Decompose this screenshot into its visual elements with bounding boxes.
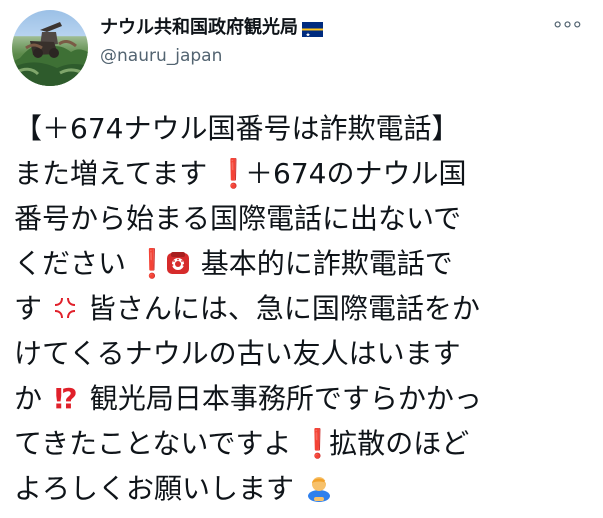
anger-symbol-icon bbox=[51, 290, 79, 318]
red-exclamation-icon: ❗ bbox=[134, 247, 170, 280]
tweet-line-4: ください ❗ 基本的に詐欺電話で bbox=[14, 241, 589, 286]
tweet-text-segment: また増えてます bbox=[14, 157, 208, 190]
tweet-text-segment: 【＋674ナウル国番号は詐欺電話】 bbox=[14, 112, 460, 145]
more-options-label: °°° bbox=[553, 17, 583, 42]
tweet-text-segment: か bbox=[14, 382, 43, 415]
tweet-text: 【＋674ナウル国番号は詐欺電話】 また増えてます ❗ ＋674のナウル国 番号… bbox=[14, 106, 589, 514]
tweet-text-segment: けてくるナウルの古い友人はいます bbox=[14, 337, 461, 370]
red-exclamation-icon: ❗ bbox=[216, 157, 251, 190]
tweet-text-segment: 観光局日本事務所ですらかかっ bbox=[89, 382, 482, 415]
more-options-button[interactable]: °°° bbox=[548, 18, 588, 42]
profile-avatar[interactable] bbox=[12, 10, 88, 86]
tweet-line-1: 【＋674ナウル国番号は詐欺電話】 bbox=[14, 106, 589, 151]
tweet-line-6: けてくるナウルの古い友人はいます bbox=[14, 331, 589, 376]
tweet-text-segment: 基本的に詐欺電話で bbox=[200, 247, 453, 280]
tweet-text-segment: す bbox=[14, 292, 43, 325]
tweet-text-segment: 番号から始まる国際電話に出ないで bbox=[14, 202, 462, 235]
tweet-line-5: す 皆さんには、急に国際電話をか bbox=[14, 286, 589, 331]
bowing-person-icon bbox=[303, 472, 335, 504]
tweet-text-segment: よろしくお願いします bbox=[14, 472, 295, 505]
tweet-text-segment: 皆さんには、急に国際電話をか bbox=[87, 292, 480, 325]
display-name[interactable]: ナウル共和国政府観光局 bbox=[100, 14, 298, 42]
red-exclamation-icon: ❗ bbox=[300, 427, 336, 460]
tweet-line-7: か ⁉ 観光局日本事務所ですらかかっ bbox=[14, 376, 589, 421]
tweet-line-9: よろしくお願いします bbox=[14, 466, 589, 511]
tweet-text-segment: 拡散のほど bbox=[329, 427, 470, 460]
account-names: ナウル共和国政府観光局 @nauru_japan bbox=[100, 14, 540, 72]
nauru-flag-icon bbox=[302, 21, 323, 37]
display-name-row: ナウル共和国政府観光局 bbox=[100, 14, 540, 42]
telephone-icon bbox=[164, 245, 192, 274]
tweet-header: ナウル共和国政府観光局 @nauru_japan °°° bbox=[0, 0, 603, 92]
tweet-text-segment: ＋674のナウル国 bbox=[245, 157, 467, 190]
tweet-line-3: 番号から始まる国際電話に出ないで bbox=[14, 196, 589, 241]
tweet-text-segment: ください bbox=[14, 247, 127, 280]
tweet-line-8: てきたことないですよ ❗ 拡散のほど bbox=[14, 421, 589, 466]
account-handle[interactable]: @nauru_japan bbox=[100, 44, 540, 68]
tweet-line-2: また増えてます ❗ ＋674のナウル国 bbox=[14, 151, 589, 196]
profile-avatar-icon bbox=[12, 22, 88, 86]
question-exclamation-icon: ⁉ bbox=[54, 382, 78, 415]
tweet-text-segment: てきたことないですよ bbox=[14, 427, 292, 460]
